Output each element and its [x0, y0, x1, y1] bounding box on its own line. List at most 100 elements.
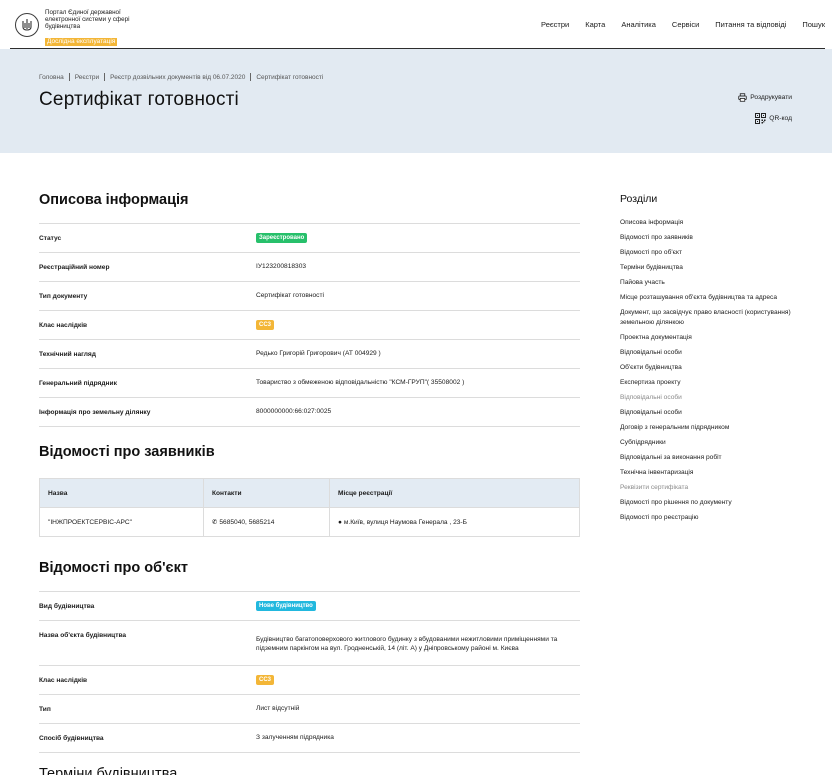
trident-logo-icon — [15, 13, 39, 37]
descriptive-table: Статус Зареєстровано Реєстраційний номер… — [39, 223, 580, 427]
row-key: Генеральний підрядник — [39, 379, 117, 387]
sidebar-item[interactable]: Проектна документація — [620, 333, 810, 343]
sidebar-item[interactable]: Відомості про об'єкт — [620, 248, 810, 258]
table-row: Клас наслідків СС3 — [39, 666, 580, 695]
qr-code-button[interactable]: QR-код — [755, 113, 792, 124]
row-value: Товариство з обмеженою відповідальністю … — [256, 378, 465, 386]
sections-sidebar: Розділи Описова інформація Відомості про… — [620, 193, 810, 528]
nav-map[interactable]: Карта — [585, 20, 605, 29]
col-header-place: Місце реєстрації — [329, 478, 580, 508]
table-row: Спосіб будівництва З залученням підрядни… — [39, 724, 580, 753]
sidebar-item[interactable]: Відомості про рішення по документу — [620, 498, 810, 508]
sidebar-item[interactable]: Технічна інвентаризація — [620, 468, 810, 478]
qr-label: QR-код — [769, 115, 792, 122]
row-value: ІУ123200818303 — [256, 262, 307, 270]
object-table: Вид будівництва Нове будівництво Назва о… — [39, 591, 580, 753]
table-row: Вид будівництва Нове будівництво — [39, 592, 580, 621]
sidebar-item[interactable]: Пайова участь — [620, 278, 810, 288]
consequence-class-badge: СС3 — [256, 319, 275, 331]
beta-badge: Дослідна експлуатація — [45, 38, 118, 46]
table-row: "ІНЖПРОЕКТСЕРВІС-АРС" ✆ 5685040, 5685214… — [39, 507, 580, 537]
sidebar-item[interactable]: Відповідальні особи — [620, 348, 810, 358]
row-key: Тип документу — [39, 292, 88, 300]
row-value: Будівництво багатоповерхового житлового … — [256, 636, 558, 652]
table-row: Реєстраційний номер ІУ123200818303 — [39, 253, 580, 282]
sidebar-item[interactable]: Відповідальні особи — [620, 408, 810, 418]
row-value: Лист відсутній — [256, 704, 300, 712]
sidebar-title: Розділи — [620, 193, 658, 205]
portal-brand[interactable]: Портал Єдиної державної електронної сист… — [15, 9, 155, 48]
section-title-object: Відомості про об'єкт — [39, 560, 188, 576]
crumb-separator — [250, 73, 252, 81]
print-label: Роздрукувати — [750, 94, 792, 101]
print-button[interactable]: Роздрукувати — [738, 93, 792, 102]
phone-icon: ✆ — [212, 519, 218, 526]
portal-name: Портал Єдиної державної електронної сист… — [45, 9, 130, 30]
main-content: Описова інформація Статус Зареєстровано … — [39, 153, 580, 753]
table-row: Тип документу Сертифікат готовності — [39, 282, 580, 311]
row-key: Тип — [39, 705, 51, 713]
table-row: Статус Зареєстровано — [39, 224, 580, 253]
crumb-separator — [104, 73, 106, 81]
applicants-table: Назва Контакти Місце реєстрації "ІНЖПРОЕ… — [39, 478, 580, 537]
applicant-place: ● м.Київ, вулиця Наумова Генерала , 23-Б — [329, 507, 580, 537]
row-value: 8000000000:66:027:0025 — [256, 407, 332, 415]
sidebar-item[interactable]: Місце розташування об'єкта будівництва т… — [620, 293, 810, 303]
sidebar-item[interactable]: Відповідальні за виконання робіт — [620, 453, 810, 463]
sidebar-item-disabled: Відповідальні особи — [620, 394, 682, 401]
sidebar-item[interactable]: Відомості про заявників — [620, 233, 810, 243]
crumb-registries[interactable]: Реєстри — [75, 74, 99, 81]
col-header-contacts: Контакти — [203, 478, 330, 508]
sidebar-item[interactable]: Субпідрядники — [620, 438, 810, 448]
sidebar-item[interactable]: Описова інформація — [620, 218, 810, 228]
sidebar-item[interactable]: Документ, що засвідчує право власності (… — [620, 308, 810, 328]
table-row: Клас наслідків СС3 — [39, 311, 580, 340]
top-header: Портал Єдиної державної електронної сист… — [10, 0, 825, 49]
row-value: Сертифікат готовності — [256, 291, 324, 299]
main-nav: Реєстри Карта Аналітика Сервіси Питання … — [525, 20, 825, 29]
row-key: Інформація про земельну ділянку — [39, 408, 151, 416]
sidebar-item[interactable]: Експертиза проекту — [620, 378, 810, 388]
nav-search[interactable]: Пошук — [802, 20, 825, 29]
row-key: Назва об'єкта будівництва — [39, 632, 127, 639]
crumb-home[interactable]: Головна — [39, 74, 64, 81]
crumb-registry[interactable]: Реєстр дозвільних документів від 06.07.2… — [110, 74, 245, 81]
sidebar-item[interactable]: Об'єкти будівництва — [620, 363, 810, 373]
location-pin-icon: ● — [338, 518, 342, 526]
page-title: Сертифікат готовності — [39, 89, 239, 110]
sidebar-item-disabled: Реквізити сертифіката — [620, 484, 689, 491]
breadcrumb: Головна Реєстри Реєстр дозвільних докуме… — [39, 73, 323, 81]
page-hero: Головна Реєстри Реєстр дозвільних докуме… — [0, 49, 832, 153]
col-header-name: Назва — [39, 478, 204, 508]
table-row: Назва об'єкта будівництва Будівництво ба… — [39, 621, 580, 666]
table-row: Тип Лист відсутній — [39, 695, 580, 724]
sidebar-item[interactable]: Терміни будівництва — [620, 263, 810, 273]
status-badge: Зареєстровано — [256, 232, 308, 244]
sidebar-item[interactable]: Договір з генеральним підрядником — [620, 423, 810, 433]
row-key: Технічний нагляд — [39, 350, 96, 358]
table-row: Генеральний підрядник Товариство з обмеж… — [39, 369, 580, 398]
build-type-badge: Нове будівництво — [256, 600, 316, 612]
row-key: Вид будівництва — [39, 602, 95, 610]
nav-faq[interactable]: Питання та відповіді — [715, 20, 786, 29]
section-title-descriptive: Описова інформація — [39, 192, 189, 208]
row-key: Статус — [39, 234, 62, 242]
sidebar-item[interactable]: Відомості про реєстрацію — [620, 513, 810, 523]
table-row: Технічний нагляд Редько Григорій Григоро… — [39, 340, 580, 369]
section-title-applicants: Відомості про заявників — [39, 444, 215, 460]
table-row: Інформація про земельну ділянку 80000000… — [39, 398, 580, 427]
nav-registries[interactable]: Реєстри — [541, 20, 569, 29]
row-value: З залученням підрядника — [256, 733, 334, 741]
nav-analytics[interactable]: Аналітика — [621, 20, 656, 29]
place-value: м.Київ, вулиця Наумова Генерала , 23-Б — [343, 518, 467, 526]
row-key: Клас наслідків — [39, 676, 88, 684]
applicant-name: "ІНЖПРОЕКТСЕРВІС-АРС" — [39, 507, 204, 537]
row-key: Спосіб будівництва — [39, 734, 104, 742]
row-key: Клас наслідків — [39, 321, 88, 329]
qr-code-icon — [755, 113, 767, 124]
row-key: Реєстраційний номер — [39, 263, 110, 271]
nav-services[interactable]: Сервіси — [672, 20, 699, 29]
crumb-separator — [68, 73, 70, 81]
consequence-class-badge: СС3 — [256, 674, 275, 686]
crumb-current: Сертифікат готовності — [256, 73, 324, 81]
